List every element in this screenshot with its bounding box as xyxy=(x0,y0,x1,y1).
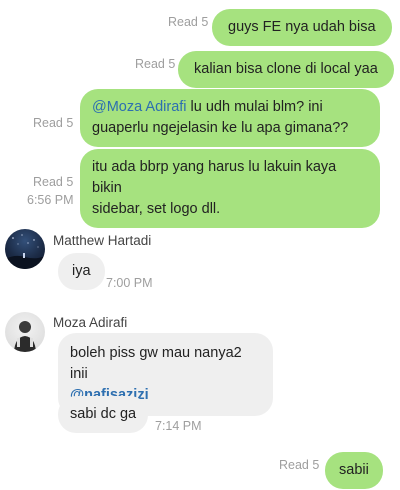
read-receipt: Read 5 xyxy=(135,57,176,71)
outgoing-message[interactable]: itu ada bbrp yang harus lu lakuin kaya b… xyxy=(80,149,380,228)
message-timestamp: 7:00 PM xyxy=(106,276,153,290)
read-receipt: Read 5 xyxy=(33,116,74,130)
sender-name[interactable]: Moza Adirafi xyxy=(53,315,127,331)
message-line: sidebar, set logo dll. xyxy=(92,201,221,217)
message-text: kalian bisa clone di local yaa xyxy=(194,61,378,77)
message-text: sabii xyxy=(339,462,369,478)
sender-name[interactable]: Matthew Hartadi xyxy=(53,233,151,249)
message-line: itu ada bbrp yang harus lu lakuin kaya b… xyxy=(92,159,337,196)
read-receipt: Read 5 xyxy=(33,175,74,189)
message-line: boleh piss gw mau nanya2 inii xyxy=(70,345,242,382)
read-receipt: Read 5 xyxy=(279,458,320,472)
outgoing-message[interactable]: @Moza Adirafi lu udh mulai blm? ini guap… xyxy=(80,89,380,147)
outgoing-message[interactable]: kalian bisa clone di local yaa xyxy=(178,51,394,88)
night-sky-avatar-icon[interactable] xyxy=(5,229,45,269)
person-avatar-icon[interactable] xyxy=(5,312,45,352)
outgoing-message[interactable]: sabii xyxy=(325,452,383,489)
message-line: guaperlu ngejelasin ke lu apa gimana?? xyxy=(92,120,349,136)
user-mention[interactable]: @Moza Adirafi xyxy=(92,99,187,115)
incoming-message[interactable]: sabi dc ga xyxy=(58,396,149,433)
read-receipt: Read 5 xyxy=(168,15,209,29)
message-text: iya xyxy=(72,263,91,279)
message-line: @Moza Adirafi lu udh mulai blm? ini xyxy=(92,99,323,115)
message-text: guys FE nya udah bisa xyxy=(228,19,376,35)
message-timestamp: 7:14 PM xyxy=(155,419,202,433)
outgoing-message[interactable]: guys FE nya udah bisa xyxy=(212,9,392,46)
message-text: sabi dc ga xyxy=(70,406,137,422)
message-timestamp: 6:56 PM xyxy=(27,193,74,207)
incoming-message[interactable]: iya xyxy=(58,253,105,290)
